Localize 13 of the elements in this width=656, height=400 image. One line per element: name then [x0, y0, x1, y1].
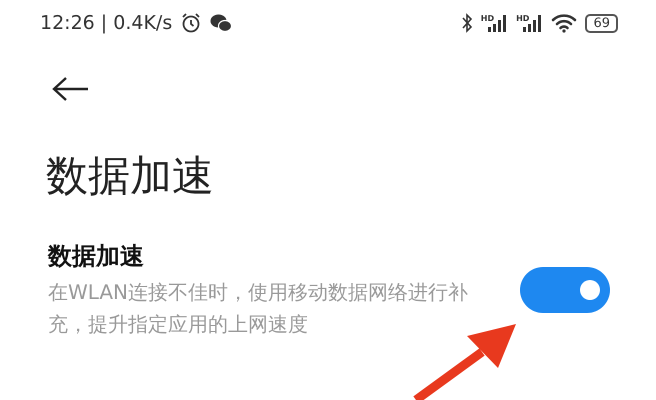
setting-title: 数据加速	[48, 241, 145, 272]
page-title: 数据加速	[46, 150, 215, 202]
setting-description: 在WLAN连接不佳时，使用移动数据网络进行补充，提升指定应用的上网速度	[48, 279, 470, 338]
back-arrow-icon[interactable]	[52, 76, 90, 102]
alarm-clock-icon	[180, 12, 202, 34]
wifi-icon	[551, 13, 578, 33]
battery-indicator: 69	[585, 14, 618, 32]
toggle-switch[interactable]	[520, 267, 610, 313]
chat-bubbles-icon	[210, 13, 232, 33]
status-time: 12:26 | 0.4K/s	[40, 12, 172, 34]
hd-label: HD	[516, 14, 530, 23]
hd-label: HD	[480, 14, 494, 23]
bluetooth-icon	[460, 13, 473, 33]
